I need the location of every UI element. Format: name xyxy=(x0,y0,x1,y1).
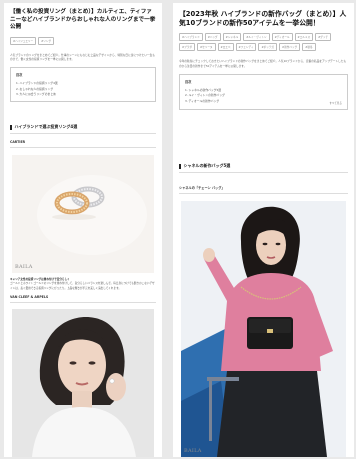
tag[interactable]: #ルイ・ヴィトン xyxy=(243,33,270,42)
baila-logo: BAILA xyxy=(184,448,202,454)
right-article-title[interactable]: 【2023年秋 ハイブランドの新作バッグ（まとめ）】人気10ブランドの新作50ア… xyxy=(173,3,354,28)
divider xyxy=(10,147,156,148)
brand-heading-van-cleef: VAN CLEEF & ARPELS xyxy=(10,295,49,299)
divider xyxy=(179,193,348,194)
divider xyxy=(179,172,348,173)
toc-heading: 目次 xyxy=(185,79,192,84)
caption-text: ゴールドとホワイトゴールドのリングを重ね付けして、自分らしいバランスを楽しんで。… xyxy=(10,282,155,290)
rings-caption: キャリア女性の投資リングは重ね付けで自分らしく ゴールドとホワイトゴールドのリン… xyxy=(4,275,162,291)
baila-logo: BAILA xyxy=(15,264,33,270)
page: 【働く私の投資リング（まとめ）】カルティエ、ティファニーなどハイブランドからおし… xyxy=(0,0,356,459)
toc-heading: 目次 xyxy=(16,73,23,78)
tag[interactable]: #グッチ xyxy=(315,33,332,42)
section-heading-text: ハイブランドで選ぶ投資リング4選 xyxy=(14,124,78,129)
tag[interactable]: #リング xyxy=(38,36,55,45)
left-article-tags: #ハイジュエリー #リング xyxy=(4,32,162,45)
tag[interactable]: #秋冬 xyxy=(302,43,316,52)
section-heading-text: シャネルの新作バッグ5選 xyxy=(183,163,231,168)
section-bar-icon xyxy=(10,124,12,130)
left-table-of-contents: 目次 1. ハイブランドの投資リング4選 2. おしゃれな人の投資リング 3. … xyxy=(10,67,156,103)
toc-item[interactable]: 3. 大人に似合うリングのまとめ xyxy=(16,92,150,97)
tag[interactable]: #セリーヌ xyxy=(196,43,216,52)
section-heading: ハイブランドで選ぶ投資リング4選 xyxy=(4,124,162,130)
tag[interactable]: #ロエベ xyxy=(217,43,234,52)
right-article-lead: 今年の秋冬にチェックしておきたいハイブランドの新作バッグをまとめてご紹介。人気1… xyxy=(179,59,347,68)
section-bar-icon xyxy=(179,163,181,169)
brand-heading-cartier: CARTIER xyxy=(10,140,26,144)
tag[interactable]: #ハイジュエリー xyxy=(10,36,37,45)
tag[interactable]: #エルメス xyxy=(294,33,314,42)
divider xyxy=(10,133,156,134)
divider xyxy=(10,302,156,303)
right-article-tags: #ハイブランド #バッグ #シャネル #ルイ・ヴィトン #ディオール #エルメス… xyxy=(173,28,354,52)
bag-model-photo[interactable]: BAILA xyxy=(181,201,346,457)
tag[interactable]: #ボッテガ xyxy=(258,43,278,52)
section-heading: シャネルの新作バッグ5選 xyxy=(173,163,354,169)
tag[interactable]: #ディオール xyxy=(271,33,293,42)
caption-title: キャリア女性の投資リングは重ね付けで自分らしく xyxy=(10,278,70,281)
tag[interactable]: #新作バッグ xyxy=(279,43,301,52)
right-table-of-contents: 目次 1. シャネルの新作バッグ5選 2. ルイ・ヴィトンの新作バッグ 3. デ… xyxy=(179,73,348,110)
model-portrait-photo[interactable] xyxy=(12,309,154,457)
tag[interactable]: #シャネル xyxy=(222,33,242,42)
rings-photo[interactable]: BAILA xyxy=(12,155,154,273)
left-article-lead: 人気ブランドのリングをまとめてご紹介。仕事のシーンにもなじむ上品なデザインから、… xyxy=(10,52,155,61)
left-article: 【働く私の投資リング（まとめ）】カルティエ、ティファニーなどハイブランドからおし… xyxy=(4,3,162,457)
tag[interactable]: #ハイブランド xyxy=(179,33,203,42)
tag[interactable]: #バッグ xyxy=(204,33,221,42)
bag-model-illustration xyxy=(181,201,346,457)
rings-illustration xyxy=(12,155,154,273)
right-article: 【2023年秋 ハイブランドの新作バッグ（まとめ）】人気10ブランドの新作50ア… xyxy=(173,3,354,457)
item-heading-chanel-chain-bag: シャネルの「チェーン バッグ」 xyxy=(179,186,225,190)
model-portrait-illustration xyxy=(12,309,154,457)
tag[interactable]: #フェンディ xyxy=(235,43,257,52)
left-article-title[interactable]: 【働く私の投資リング（まとめ）】カルティエ、ティファニーなどハイブランドからおし… xyxy=(4,3,162,32)
tag[interactable]: #プラダ xyxy=(179,43,195,52)
